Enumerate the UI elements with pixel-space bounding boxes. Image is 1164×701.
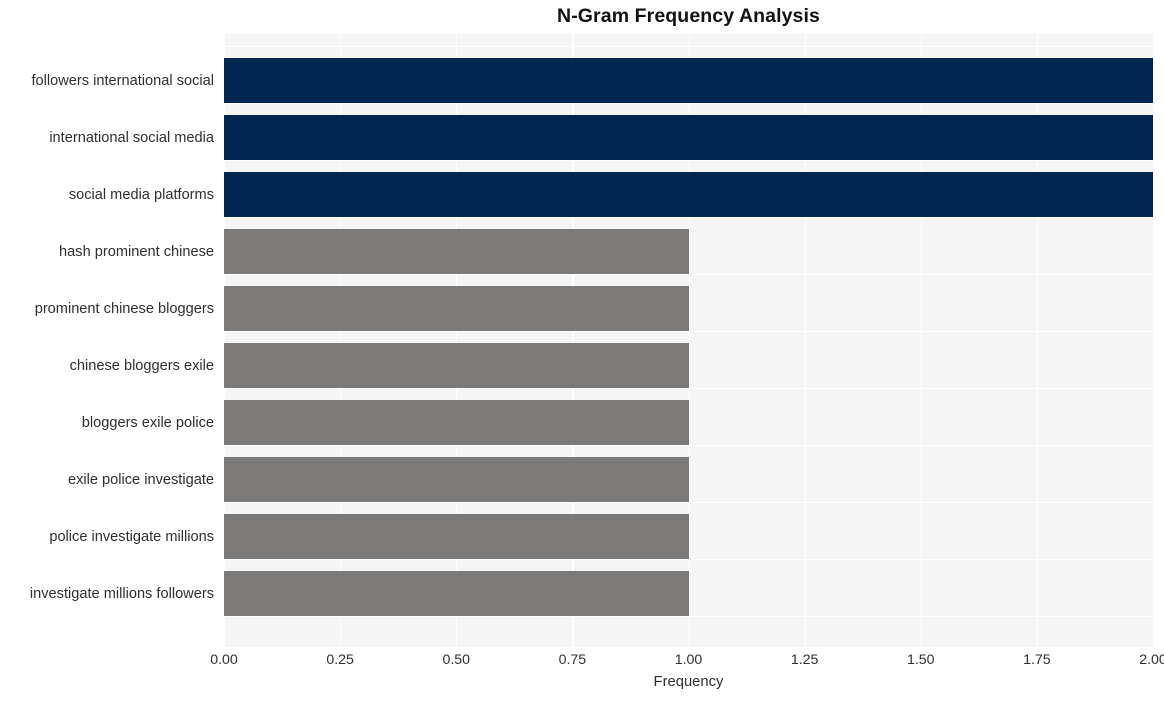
plot-area	[224, 34, 1153, 647]
x-axis-tick-label: 1.75	[1023, 652, 1051, 668]
x-axis-tick-label: 1.25	[790, 652, 819, 668]
chart-title: N-Gram Frequency Analysis	[557, 5, 820, 27]
x-axis-title: Frequency	[653, 674, 724, 690]
y-axis-tick-label: bloggers exile police	[81, 414, 214, 431]
bar[interactable]	[224, 229, 689, 274]
y-axis-tick-label: investigate millions followers	[29, 585, 214, 602]
bar[interactable]	[224, 286, 689, 331]
y-axis-tick-label: followers international social	[31, 72, 214, 89]
y-axis-tick-label: international social media	[49, 129, 214, 146]
y-axis-tick-label: hash prominent chinese	[59, 243, 214, 260]
bar[interactable]	[224, 343, 689, 388]
y-axis-tick-label: chinese bloggers exile	[69, 357, 214, 374]
x-axis-tick-label: 1.50	[906, 652, 935, 668]
y-axis-tick-label: prominent chinese bloggers	[34, 300, 214, 317]
x-axis-tick-label: 0.50	[442, 652, 471, 668]
bar[interactable]	[224, 514, 689, 559]
bar[interactable]	[224, 172, 1153, 217]
x-axis-tick-label: 0.25	[326, 652, 354, 668]
chart-figure: N-Gram Frequency Analysis followers inte…	[0, 0, 1164, 701]
x-axis-tick-label: 0.00	[210, 652, 238, 668]
bars-layer	[224, 34, 1153, 647]
x-axis-tick-labels: 0.00 0.25 0.50 0.75 1.00 1.25 1.50 1.75 2.00	[0, 652, 1164, 672]
y-axis-tick-label: social media platforms	[68, 186, 214, 203]
x-axis-tick-label: 0.75	[558, 652, 587, 668]
y-axis-tick-label: police investigate millions	[49, 528, 214, 545]
x-axis-tick-label: 2.00	[1139, 652, 1164, 668]
y-axis-tick-label: exile police investigate	[67, 471, 214, 488]
bar[interactable]	[224, 457, 689, 502]
bar[interactable]	[224, 58, 1153, 103]
bar[interactable]	[224, 571, 689, 616]
bar[interactable]	[224, 115, 1153, 160]
bar[interactable]	[224, 400, 689, 445]
x-axis-tick-label: 1.00	[674, 652, 703, 668]
y-axis-tick-labels: followers international social internatio…	[0, 34, 214, 647]
